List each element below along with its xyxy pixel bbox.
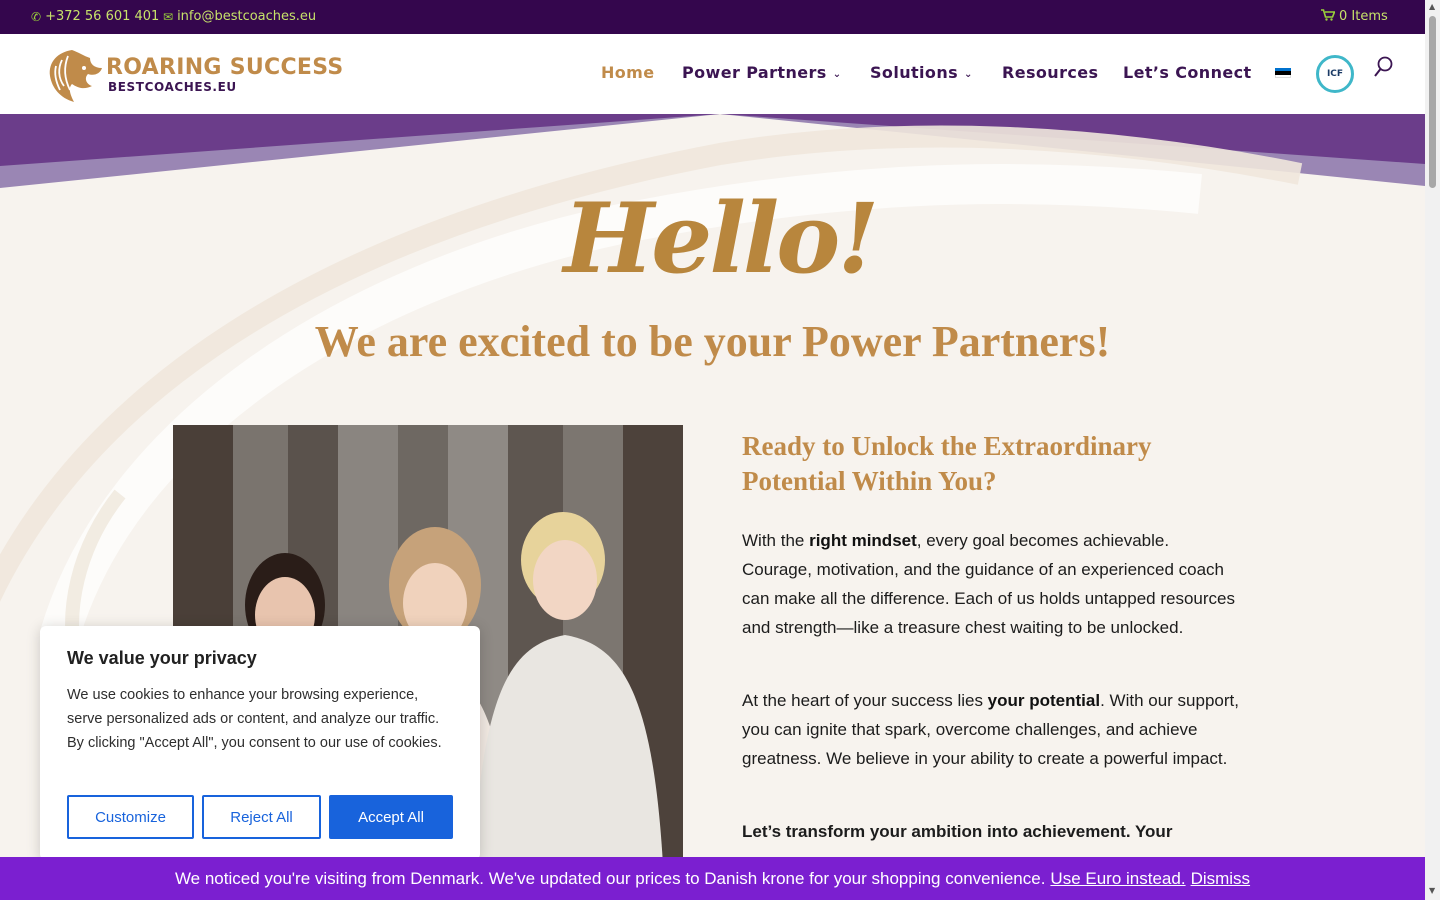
nav-resources[interactable]: Resources (1002, 63, 1098, 82)
currency-notice-bar: We noticed you're visiting from Denmark.… (0, 857, 1425, 900)
site-logo[interactable]: ROARING SUCCESS BESTCOACHES.EU (44, 46, 343, 104)
dismiss-link[interactable]: Dismiss (1191, 869, 1251, 889)
cookie-consent-dialog: We value your privacy We use cookies to … (40, 626, 480, 860)
estonian-flag-icon[interactable] (1275, 68, 1291, 78)
phone-number: +372 56 601 401 (45, 9, 160, 24)
chevron-down-icon: ⌄ (964, 69, 973, 80)
scrollbar-thumb[interactable] (1429, 16, 1436, 188)
nav-lets-connect[interactable]: Let’s Connect (1123, 63, 1252, 82)
envelope-icon: ✉ (163, 9, 174, 24)
icf-badge-label: ICF (1326, 69, 1344, 79)
p1-bold: right mindset (809, 531, 917, 550)
paragraph-potential: At the heart of your success lies your p… (742, 686, 1242, 773)
accept-all-button[interactable]: Accept All (329, 795, 453, 839)
page-scrollbar[interactable]: ▲ ▼ (1425, 0, 1440, 900)
nav-solutions[interactable]: Solutions ⌄ (870, 63, 973, 82)
logo-title: ROARING SUCCESS (106, 55, 344, 80)
nav-power-partners[interactable]: Power Partners ⌄ (682, 63, 841, 82)
nav-power-partners-label: Power Partners (682, 63, 827, 82)
phone-link[interactable]: ✆ +372 56 601 401 (31, 9, 159, 24)
cookie-title: We value your privacy (67, 648, 257, 668)
p2-bold: your potential (987, 691, 1101, 710)
cart-link[interactable]: 0 Items (1321, 9, 1388, 24)
paragraph-mindset: With the right mindset, every goal becom… (742, 526, 1242, 642)
logo-subtitle: BESTCOACHES.EU (108, 80, 237, 94)
customize-button[interactable]: Customize (67, 795, 194, 839)
cart-icon (1321, 9, 1336, 24)
scroll-down-icon[interactable]: ▼ (1429, 886, 1435, 895)
use-euro-link[interactable]: Use Euro instead. (1050, 869, 1185, 889)
cart-count: 0 Items (1339, 9, 1388, 24)
nav-solutions-label: Solutions (870, 63, 959, 82)
search-icon[interactable] (1373, 55, 1395, 79)
email-link[interactable]: ✉ info@bestcoaches.eu (163, 9, 316, 24)
site-header: ROARING SUCCESS BESTCOACHES.EU Home Powe… (0, 34, 1425, 114)
hero-hello: Hello! (563, 182, 880, 295)
nav-lets-connect-label: Let’s Connect (1123, 63, 1252, 82)
nav-home[interactable]: Home (601, 63, 655, 82)
email-address: info@bestcoaches.eu (177, 9, 317, 24)
p1-text-start: With the (742, 531, 810, 550)
phone-icon: ✆ (31, 9, 42, 24)
currency-notice-text: We noticed you're visiting from Denmark.… (174, 868, 1046, 888)
lion-logo-icon (49, 50, 102, 102)
hero-subtitle: We are excited to be your Power Partners… (314, 317, 1111, 366)
cookie-text: We use cookies to enhance your browsing … (67, 687, 442, 751)
nav-resources-label: Resources (1002, 63, 1099, 82)
nav-home-label: Home (601, 63, 655, 82)
top-bar: ✆ +372 56 601 401 ✉ info@bestcoaches.eu … (0, 0, 1425, 34)
paragraph-transform: Let’s transform your ambition into achie… (742, 822, 1173, 841)
scroll-up-icon[interactable]: ▲ (1429, 2, 1435, 11)
p2-text-start: At the heart of your success lies (742, 691, 988, 710)
icf-badge[interactable]: ICF (1316, 55, 1354, 93)
section-title: Ready to Unlock the Extraordinary Potent… (742, 431, 1152, 496)
reject-all-button[interactable]: Reject All (202, 795, 321, 839)
chevron-down-icon: ⌄ (832, 69, 842, 80)
